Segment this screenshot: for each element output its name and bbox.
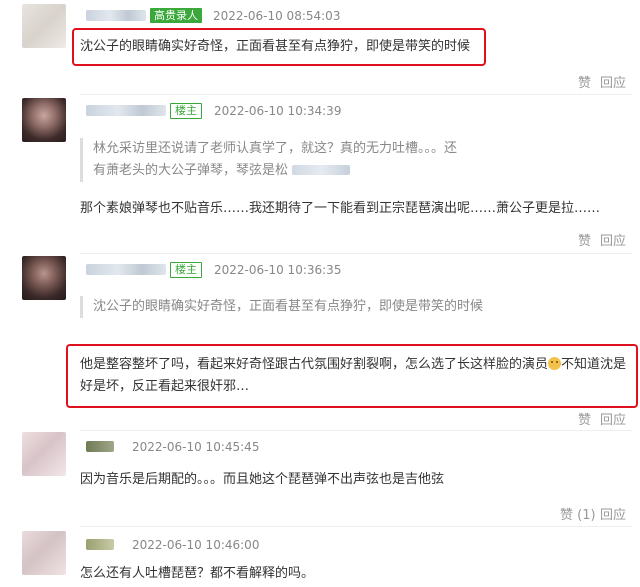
quoted-comment: 沈公子的眼睛确实好奇怪，正面看甚至有点狰狞，即使是带笑的时候 [80, 296, 513, 318]
comment-text: 他是整容整坏了吗，看起来好奇怪跟古代氛围好割裂啊，怎么选了长这样脸的演员 不知道沈… [80, 357, 627, 372]
quoted-comment: 林允采访里还说请了老师认真学了，就这？真的无力吐槽。。。还 有萧老头的大公子弹琴… [80, 138, 493, 182]
comment-text-line2: 好是坏，反正看起来很奸邪… [80, 379, 250, 394]
comment-time: 2022-06-10 08:54:03 [213, 9, 341, 23]
reply-button[interactable]: 回应 [600, 508, 626, 524]
divider [80, 94, 632, 95]
like-button[interactable]: 赞 [578, 413, 591, 429]
host-badge: 楼主 [170, 262, 202, 278]
username[interactable] [86, 441, 114, 452]
blurred-text [292, 165, 351, 175]
comment-text: 那个素娘弹琴也不贴音乐……我还期待了一下能看到正宗琵琶演出呢……萧公子更是拉…… [80, 201, 601, 216]
avatar[interactable] [22, 256, 66, 300]
avatar[interactable] [22, 98, 66, 142]
like-button[interactable]: 赞 [578, 76, 591, 92]
smile-emoji-icon [548, 357, 562, 370]
comment-time: 2022-06-10 10:46:00 [132, 538, 260, 552]
username[interactable] [86, 264, 166, 275]
like-button[interactable]: 赞 (1) [560, 508, 596, 524]
comment-text: 因为音乐是后期配的。。。而且她这个琵琶弹不出声弦也是吉他弦 [80, 472, 445, 487]
status-badge: 高贵录人 [150, 8, 202, 23]
divider [80, 430, 632, 431]
reply-button[interactable]: 回应 [600, 413, 626, 429]
username[interactable] [86, 105, 166, 116]
username[interactable] [86, 539, 114, 550]
comment-time: 2022-06-10 10:34:39 [214, 104, 342, 118]
quote-line: 林允采访里还说请了老师认真学了，就这？真的无力吐槽。。。还 [93, 141, 458, 156]
host-badge: 楼主 [170, 103, 202, 119]
like-button[interactable]: 赞 [578, 234, 591, 250]
avatar[interactable] [22, 432, 66, 476]
comment-text: 怎么还有人吐槽琵琶？都不看解释的吗。 [80, 566, 315, 581]
username[interactable] [86, 10, 146, 21]
reply-button[interactable]: 回应 [600, 234, 626, 250]
reply-button[interactable]: 回应 [600, 76, 626, 92]
comment-time: 2022-06-10 10:45:45 [132, 440, 260, 454]
divider [80, 526, 632, 527]
divider [80, 253, 632, 254]
quote-line: 沈公子的眼睛确实好奇怪，正面看甚至有点狰狞，即使是带笑的时候 [93, 299, 484, 314]
comment-text: 沈公子的眼睛确实好奇怪，正面看甚至有点狰狞，即使是带笑的时候 [80, 39, 471, 54]
quote-line: 有萧老头的大公子弹琴，琴弦是松 [93, 160, 493, 182]
avatar[interactable] [22, 4, 66, 48]
avatar[interactable] [22, 531, 66, 575]
comment-time: 2022-06-10 10:36:35 [214, 263, 342, 277]
